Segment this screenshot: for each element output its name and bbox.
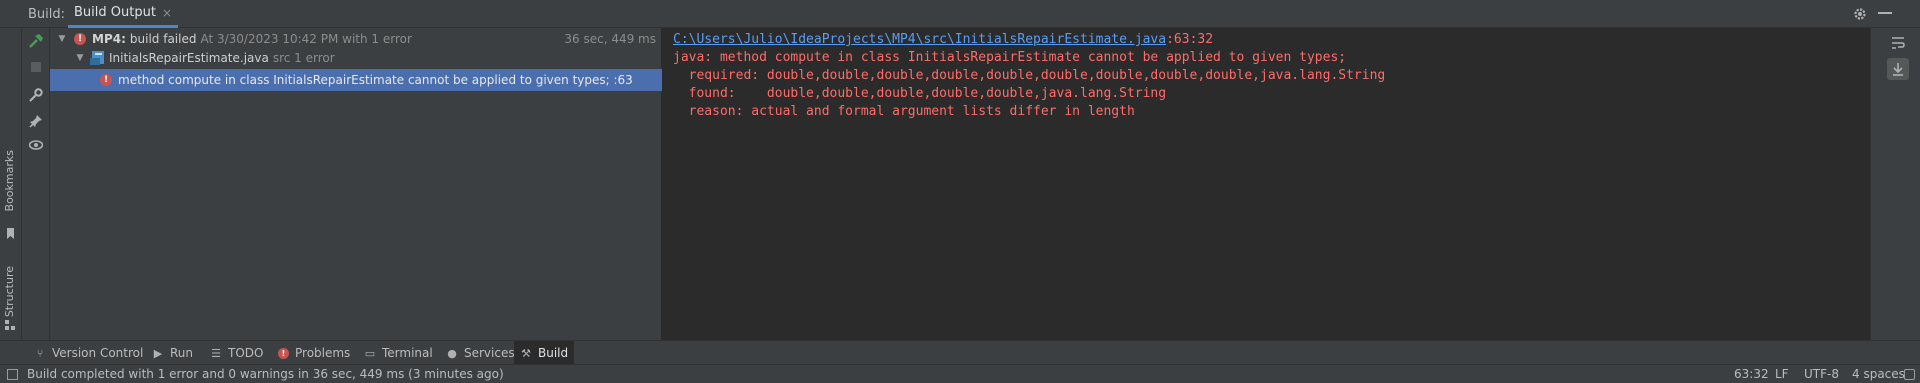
structure-stripe-button[interactable]: Structure xyxy=(3,266,16,317)
status-bar: Build completed with 1 error and 0 warni… xyxy=(0,364,1920,383)
tree-error-node[interactable]: ! method compute in class InitialsRepair… xyxy=(50,69,662,91)
tab-label: Terminal xyxy=(382,346,433,360)
hammer-icon: ⚒ xyxy=(521,346,531,360)
console-line: reason: actual and formal argument lists… xyxy=(673,104,1135,119)
tab-build-output[interactable]: Build Output × xyxy=(68,0,178,28)
indent-setting[interactable]: 4 spaces xyxy=(1852,367,1905,381)
structure-icon[interactable] xyxy=(5,320,16,331)
list-icon: ☰ xyxy=(211,346,221,360)
lock-icon[interactable] xyxy=(1904,369,1915,380)
play-icon: ▶ xyxy=(153,346,163,360)
tab-todo[interactable]: ☰ TODO xyxy=(204,341,269,365)
status-message[interactable]: Build completed with 1 error and 0 warni… xyxy=(27,367,504,381)
file-encoding[interactable]: UTF-8 xyxy=(1804,367,1839,381)
terminal-icon: ▭ xyxy=(364,346,376,360)
tab-services[interactable]: ● Services xyxy=(440,341,521,365)
tab-terminal[interactable]: ▭ Terminal xyxy=(358,341,439,365)
console-file-line: C:\Users\Julio\IdeaProjects\MP4\src\Init… xyxy=(673,32,1213,47)
tab-label: Services xyxy=(464,346,515,360)
tab-label: Run xyxy=(170,346,194,360)
file-position: :63:32 xyxy=(1166,32,1214,47)
error-icon: ! xyxy=(278,347,289,359)
console-toolbar xyxy=(1870,28,1920,340)
eye-icon[interactable] xyxy=(27,136,45,154)
file-path-link[interactable]: C:\Users\Julio\IdeaProjects\MP4\src\Init… xyxy=(673,32,1166,47)
error-icon: ! xyxy=(100,74,112,86)
build-console-output: C:\Users\Julio\IdeaProjects\MP4\src\Init… xyxy=(662,28,1870,340)
build-duration: 36 sec, 449 ms xyxy=(564,32,656,46)
left-tool-stripe: Bookmarks Structure xyxy=(0,28,22,340)
chevron-down-icon[interactable]: ▼ xyxy=(74,53,86,63)
tab-run[interactable]: ▶ Run xyxy=(146,341,199,365)
scroll-to-end-icon[interactable] xyxy=(1887,58,1909,80)
pin-icon[interactable] xyxy=(27,112,45,130)
soft-wrap-icon[interactable] xyxy=(1887,32,1909,54)
project-name: MP4: xyxy=(92,32,126,46)
build-status: build failed xyxy=(129,32,197,46)
bookmarks-stripe-button[interactable]: Bookmarks xyxy=(3,150,16,211)
tab-label: Version Control xyxy=(52,346,144,360)
tab-label: TODO xyxy=(228,346,264,360)
tab-label: Build xyxy=(538,346,569,360)
bookmark-icon[interactable] xyxy=(5,228,16,239)
wrench-icon[interactable] xyxy=(27,86,45,104)
tab-problems[interactable]: ! Problems xyxy=(272,341,356,365)
chevron-down-icon[interactable]: ▼ xyxy=(56,34,68,44)
tree-file-node[interactable]: ▼ InitialsRepairEstimate.java src 1 erro… xyxy=(50,47,662,69)
branch-icon: ⑂ xyxy=(36,346,44,360)
minimize-icon[interactable] xyxy=(1878,12,1892,14)
close-icon[interactable]: × xyxy=(162,6,172,20)
build-toolbar xyxy=(22,28,50,340)
tab-build[interactable]: ⚒ Build xyxy=(514,341,575,365)
file-name: InitialsRepairEstimate.java xyxy=(109,51,269,65)
rebuild-hammer-icon[interactable] xyxy=(27,32,45,50)
error-icon: ! xyxy=(74,33,86,45)
console-line: java: method compute in class InitialsRe… xyxy=(673,50,1347,65)
tab-version-control[interactable]: ⑂ Version Control xyxy=(28,341,149,365)
tool-window-title: Build: xyxy=(28,7,66,22)
java-file-icon xyxy=(90,51,106,65)
gear-icon[interactable] xyxy=(1852,6,1868,22)
tool-window-bar: ⑂ Version Control ▶ Run ☰ TODO ! Problem… xyxy=(0,340,1920,365)
error-message: method compute in class InitialsRepairEs… xyxy=(118,73,633,87)
console-line: found: double,double,double,double,doubl… xyxy=(673,86,1167,101)
tool-window-header: Build: Build Output × xyxy=(0,0,1920,28)
build-tree: ▼ ! MP4: build failed At 3/30/2023 10:42… xyxy=(50,28,662,340)
stop-icon[interactable] xyxy=(27,58,45,76)
tool-windows-toggle-icon[interactable] xyxy=(7,369,18,380)
tab-build-output-label: Build Output xyxy=(74,5,156,20)
build-detail: At 3/30/2023 10:42 PM with 1 error xyxy=(200,32,412,46)
tab-label: Problems xyxy=(295,346,351,360)
line-separator[interactable]: LF xyxy=(1775,367,1789,381)
caret-position[interactable]: 63:32 xyxy=(1734,367,1769,381)
console-line: required: double,double,double,double,do… xyxy=(673,68,1386,83)
file-detail: src 1 error xyxy=(272,51,335,65)
services-icon: ● xyxy=(447,346,457,360)
